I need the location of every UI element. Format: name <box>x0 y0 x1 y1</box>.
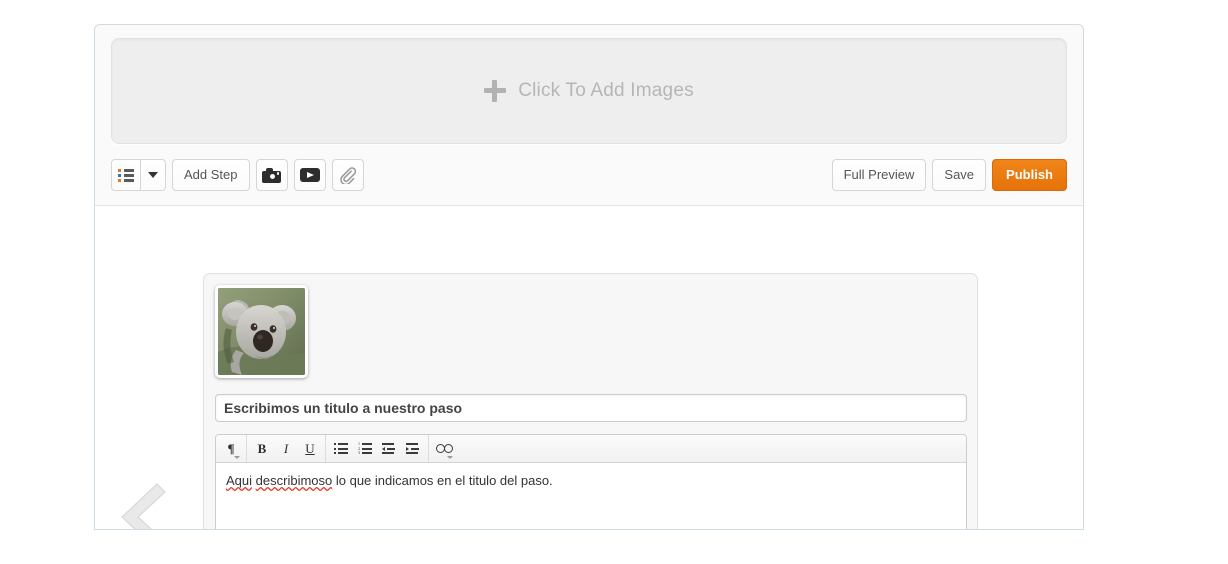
add-step-button[interactable]: Add Step <box>172 159 250 191</box>
bullet-list-icon <box>334 443 348 454</box>
outdent-button[interactable] <box>377 436 401 461</box>
step-list-button[interactable] <box>111 159 141 191</box>
indent-button[interactable] <box>401 436 425 461</box>
chevron-down-icon <box>234 456 240 459</box>
step-type-split-button <box>111 159 166 191</box>
dropzone-label: Click To Add Images <box>518 80 694 101</box>
image-dropzone[interactable]: Click To Add Images <box>111 38 1067 144</box>
rte-toolbar: ¶ B I U 1 2 3 <box>216 435 966 463</box>
add-photo-button[interactable] <box>255 159 288 191</box>
numbered-list-button[interactable]: 1 2 3 <box>353 436 377 461</box>
list-icon <box>118 168 134 182</box>
step-thumbnail[interactable] <box>215 285 308 378</box>
link-icon <box>435 444 453 453</box>
rte-group-style: B I U <box>247 435 326 462</box>
previous-step-button[interactable] <box>113 478 171 529</box>
koala-thumbnail <box>218 288 305 375</box>
rte-group-lists: 1 2 3 <box>326 435 429 462</box>
rte-group-link <box>429 435 459 462</box>
step-description-editor: ¶ B I U 1 2 3 Aqui describimoso lo que i… <box>215 434 967 529</box>
toolbar-right-group: Full Preview Save Publish <box>831 159 1067 191</box>
full-preview-button[interactable]: Full Preview <box>831 159 927 191</box>
publish-button[interactable]: Publish <box>992 159 1067 191</box>
steps-content-area: ¶ B I U <box>95 205 1083 529</box>
paperclip-icon <box>339 166 356 184</box>
save-button[interactable]: Save <box>932 159 987 191</box>
step-card: ¶ B I U <box>203 273 978 529</box>
rte-group-format: ¶ <box>216 435 247 462</box>
italic-button[interactable]: I <box>274 436 298 461</box>
chevron-down-icon <box>447 456 453 459</box>
bold-button[interactable]: B <box>250 436 274 461</box>
main-toolbar: Add Step Full Preview Save Publish <box>111 159 1067 193</box>
outdent-icon <box>382 443 396 454</box>
bullet-list-button[interactable] <box>329 436 353 461</box>
link-button[interactable] <box>432 436 456 461</box>
editor-window: Click To Add Images Add Step Full Previe… <box>94 24 1084 530</box>
misspelled-word: describimoso <box>255 473 333 488</box>
chevron-down-icon <box>148 172 158 178</box>
step-description-body[interactable]: Aqui describimoso lo que indicamos en el… <box>216 463 966 529</box>
step-type-dropdown-button[interactable] <box>141 159 166 191</box>
add-attachment-button[interactable] <box>331 159 364 191</box>
chevron-left-icon <box>121 483 166 529</box>
paragraph-format-button[interactable]: ¶ <box>219 436 243 461</box>
underline-button[interactable]: U <box>298 436 322 461</box>
step-title-input[interactable] <box>215 394 967 422</box>
add-video-button[interactable] <box>293 159 326 191</box>
indent-icon <box>406 443 420 454</box>
toolbar-left-group: Add Step <box>111 159 364 191</box>
plus-icon <box>484 80 507 102</box>
description-rest: lo que indicamos en el titulo del paso. <box>332 473 553 488</box>
misspelled-word: Aqui <box>226 473 253 488</box>
video-icon <box>299 168 320 182</box>
numbered-list-icon: 1 2 3 <box>358 442 372 455</box>
camera-icon <box>262 167 281 183</box>
dropzone-content: Click To Add Images <box>484 80 694 102</box>
